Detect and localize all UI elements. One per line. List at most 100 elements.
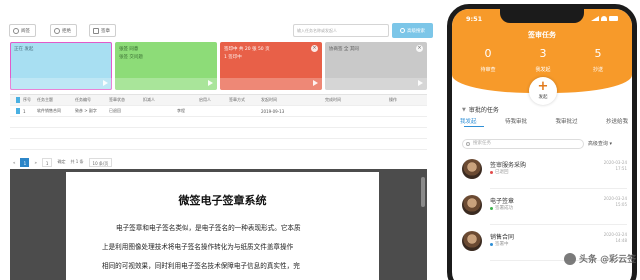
sign-button[interactable]: 签章 xyxy=(89,24,116,37)
status-time: 9:51 xyxy=(466,15,483,23)
task-search-input[interactable]: 输入任务名称或发起人 xyxy=(293,24,389,37)
search-icon xyxy=(400,28,405,33)
tab-cc[interactable]: 抄送给我 xyxy=(606,117,628,125)
status-badge: 签署成功 xyxy=(490,205,513,211)
column-header: 启用人 xyxy=(199,97,211,102)
document-scrollbar[interactable] xyxy=(421,177,425,207)
tab-underline xyxy=(464,126,484,127)
column-header: 发起时间 xyxy=(261,97,277,102)
column-header: 完成时间 xyxy=(325,97,341,102)
table-cell: 已退回 xyxy=(109,108,121,113)
stat-cc[interactable]: 5 抄送 xyxy=(578,47,618,73)
table-cell: 致彦 > 副字 xyxy=(75,108,97,113)
next-page-button[interactable]: » xyxy=(34,160,36,165)
stat-initiated[interactable]: 3 我发起 xyxy=(523,47,563,73)
document-line: 电子签章和电子签名类似，是电子签名的一种表现形式。它本质 xyxy=(116,224,301,232)
arrow-right-icon xyxy=(313,80,318,86)
chevron-down-icon: ▼ xyxy=(462,106,466,113)
watermark: 头条 @彩云签 xyxy=(564,252,636,265)
close-icon[interactable]: × xyxy=(416,45,423,52)
avatar xyxy=(462,159,482,179)
stamp-icon xyxy=(93,27,99,34)
tab-pending[interactable]: 待我审批 xyxy=(505,117,527,125)
app-title: 签审任务 xyxy=(528,31,556,39)
divider xyxy=(490,188,627,189)
column-header: 操作 xyxy=(389,97,397,102)
section-title[interactable]: ▼ 审批的任务 xyxy=(462,105,499,115)
row-checkbox[interactable] xyxy=(10,107,20,115)
arrow-right-icon xyxy=(418,80,423,86)
task-name: 签审服务采购 xyxy=(490,162,527,169)
status-dot-icon xyxy=(490,170,493,174)
goto-page-input[interactable]: 1 xyxy=(41,157,53,167)
column-header: 扣减人 xyxy=(143,97,155,102)
status-dot-icon xyxy=(490,206,493,210)
wifi-icon xyxy=(601,16,607,21)
document-line: 相同的可视效果，同时利用电子签名技术保障电子信息的真实性，完 xyxy=(102,262,300,270)
reject-button[interactable]: 拒绝 xyxy=(50,24,77,37)
status-badge: 已退回 xyxy=(490,169,509,175)
table-cell: 2019-09-13 xyxy=(261,108,285,114)
goto-confirm-button[interactable]: 确定 xyxy=(57,159,65,165)
document-title: 微签电子签章系统 xyxy=(178,194,267,207)
card-footer xyxy=(220,78,322,90)
document-page: 微签电子签章系统 电子签章和电子签名类似，是电子签名的一种表现形式。它本质 上是… xyxy=(66,172,379,280)
total-count: 共 1 条 xyxy=(70,159,84,164)
table-cell: 李程 xyxy=(177,108,185,113)
card-footer xyxy=(10,78,112,90)
avatar xyxy=(462,231,482,251)
task-name: 销售合同 xyxy=(490,234,515,241)
document-line: 上是利用图像处理技术将电子签名操作转化为与纸质文件盖章操作 xyxy=(102,243,294,251)
signal-icon xyxy=(591,16,599,21)
table-row[interactable]: 1 软件销售合同 致彦 > 副字 已退回 李程 2019-09-13 xyxy=(10,106,427,117)
divider xyxy=(490,224,627,225)
card-footer xyxy=(325,78,427,90)
column-header: 序号 xyxy=(23,97,31,102)
prev-page-button[interactable]: « xyxy=(13,160,15,165)
watermark-logo-icon xyxy=(564,252,576,265)
status-card-negotiation[interactable]: 协商签 全 其同 × xyxy=(325,42,427,90)
column-header: 任务主题 xyxy=(37,97,53,102)
battery-icon xyxy=(609,16,618,21)
advanced-query-button[interactable]: 高级查询 ▾ xyxy=(588,140,612,147)
phone-screen: 9:51 签审任务 0 待审查 3 我发起 5 抄送 + 发起 ▼ 审批的任务 … xyxy=(447,4,637,280)
task-tabs: 我发起 待我审批 我审批过 抄送给我 xyxy=(460,117,628,125)
status-card-approved[interactable]: 张签 同意 张签 交问题 xyxy=(115,42,217,90)
table-header-row: 序号 任务主题 任务编号 签章状态 扣减人 启用人 签章方式 发起时间 完成时间 操作 xyxy=(10,95,427,106)
task-table: 序号 任务主题 任务编号 签章状态 扣减人 启用人 签章方式 发起时间 完成时间 操作 1 软件销售… xyxy=(10,94,427,150)
table-cell: 1 xyxy=(23,108,26,114)
table-row-empty xyxy=(10,139,427,150)
phone-mockup: 9:51 签审任务 0 待审查 3 我发起 5 抄送 + 发起 ▼ 审批的任务 … xyxy=(447,4,640,280)
table-row-empty xyxy=(10,128,427,139)
close-icon[interactable]: × xyxy=(311,45,318,52)
task-date: 2020-03-24 17:51 xyxy=(603,160,627,171)
new-task-button[interactable]: + 发起 xyxy=(529,77,557,105)
tab-approved[interactable]: 我审批过 xyxy=(555,117,577,125)
view-button[interactable]: 阅签 xyxy=(9,24,36,37)
task-list-item[interactable]: 电子签章 签署成功 2020-03-24 15:05 xyxy=(462,195,627,229)
page-button-current[interactable]: 1 xyxy=(20,157,30,167)
search-icon xyxy=(466,141,470,146)
status-badge: 签署中 xyxy=(490,241,509,247)
column-header: 签章方式 xyxy=(229,97,245,102)
task-date: 2020-03-24 14:48 xyxy=(603,232,627,243)
stat-pending[interactable]: 0 待审查 xyxy=(468,47,508,73)
status-card-initiated[interactable]: 正在 发起 xyxy=(10,42,112,90)
tab-initiated[interactable]: 我发起 xyxy=(460,117,477,125)
status-dot-icon xyxy=(490,242,493,246)
task-date: 2020-03-24 15:05 xyxy=(603,196,627,207)
task-list-item[interactable]: 签审服务采购 已退回 2020-03-24 17:51 xyxy=(462,159,627,193)
status-card-signing[interactable]: 签印中 共 20 张 50 页 1 签印中 × xyxy=(220,42,322,90)
page-size-select[interactable]: 10 条/页 xyxy=(88,157,113,167)
column-header: 任务编号 xyxy=(75,97,91,102)
table-cell: 软件销售合同 xyxy=(37,108,61,113)
table-row-empty xyxy=(10,117,427,128)
reject-icon xyxy=(54,27,60,34)
card-footer xyxy=(115,78,217,90)
mobile-search-input[interactable]: 搜索任务 xyxy=(462,138,584,149)
column-header: 签章状态 xyxy=(109,97,125,102)
document-viewer: 微签电子签章系统 电子签章和电子签名类似，是电子签名的一种表现形式。它本质 上是… xyxy=(10,169,427,280)
advanced-search-button[interactable]: 高级搜索 xyxy=(392,23,433,38)
select-all-checkbox[interactable] xyxy=(10,96,20,104)
view-icon xyxy=(13,27,19,34)
